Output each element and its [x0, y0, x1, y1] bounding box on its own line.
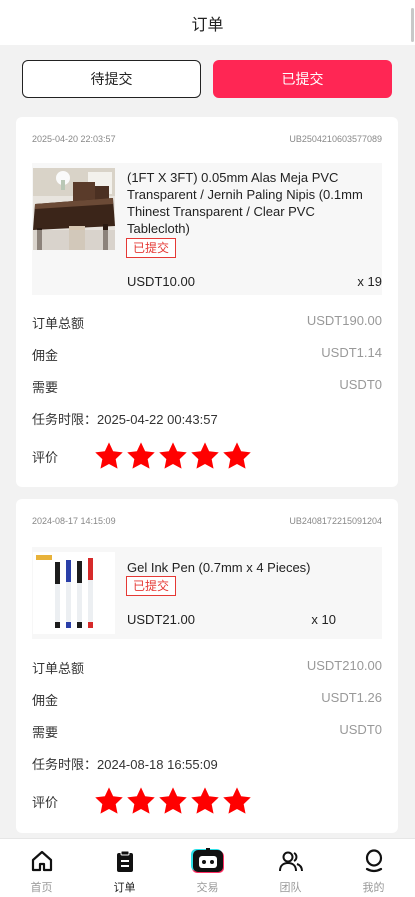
task-deadline: 任务时限：2024-08-18 16:55:09 [32, 757, 218, 772]
nav-item-orders[interactable]: 订单 [83, 839, 166, 897]
page-title: 订单 [191, 16, 224, 34]
rating-row: 评价 [32, 785, 253, 817]
star-icon[interactable] [157, 440, 189, 472]
star-icon[interactable] [221, 785, 253, 817]
status-badge: 已提交 [126, 238, 177, 258]
top-bar: 订单 [0, 0, 415, 45]
product-block[interactable]: Gel Ink Pen (0.7mm x 4 Pieces) 已提交 USDT2… [32, 547, 382, 639]
rating-label: 评价 [32, 449, 59, 465]
product-name: (1FT X 3FT) 0.05mm Alas Meja PVC Transpa… [127, 170, 363, 236]
need-label: 需要 [32, 380, 59, 395]
status-badge: 已提交 [126, 576, 177, 596]
product-price: USDT21.00 [127, 612, 195, 627]
team-icon [278, 851, 303, 872]
robot-icon [190, 848, 224, 873]
star-icon[interactable] [93, 785, 125, 817]
nav-label: 交易 [196, 882, 219, 894]
commission-value: USDT1.26 [321, 690, 382, 705]
order-total-label: 订单总额 [32, 316, 85, 331]
nav-label: 订单 [113, 882, 136, 894]
order-id: UB2504210603577089 [289, 134, 382, 144]
product-block[interactable]: (1FT X 3FT) 0.05mm Alas Meja PVC Transpa… [32, 163, 382, 295]
nav-item-me[interactable]: 我的 [332, 839, 415, 897]
rating-stars[interactable] [93, 440, 253, 472]
user-icon [365, 849, 382, 873]
star-icon[interactable] [189, 785, 221, 817]
order-id: UB2408172215091204 [289, 516, 382, 526]
star-icon[interactable] [125, 785, 157, 817]
commission-row: 佣金 USDT1.14 [32, 345, 382, 364]
product-image-tablecloth[interactable] [33, 168, 115, 250]
order-status-tabs: 待提交 已提交 [22, 60, 392, 98]
star-icon[interactable] [157, 785, 189, 817]
nav-label: 团队 [279, 882, 302, 894]
product-name: Gel Ink Pen (0.7mm x 4 Pieces) [127, 560, 311, 575]
rating-label: 评价 [32, 794, 59, 810]
order-total-row: 订单总额 USDT210.00 [32, 658, 382, 677]
commission-row: 佣金 USDT1.26 [32, 690, 382, 709]
rating-row: 评价 [32, 440, 253, 472]
order-date: 2025-04-20 22:03:57 [32, 134, 116, 144]
commission-label: 佣金 [32, 693, 59, 708]
order-date: 2024-08-17 14:15:09 [32, 516, 116, 526]
tab-pending[interactable]: 待提交 [22, 60, 201, 98]
star-icon[interactable] [125, 440, 157, 472]
tab-submitted[interactable]: 已提交 [213, 60, 392, 98]
nav-item-team[interactable]: 团队 [249, 839, 332, 897]
star-icon[interactable] [189, 440, 221, 472]
nav-item-home[interactable]: 首页 [0, 839, 83, 897]
product-quantity: x 10 [311, 612, 336, 627]
need-value: USDT0 [339, 377, 382, 392]
nav-label: 我的 [362, 882, 385, 894]
star-icon[interactable] [93, 440, 125, 472]
commission-value: USDT1.14 [321, 345, 382, 360]
nav-item-trade[interactable]: 交易 [166, 839, 249, 897]
commission-label: 佣金 [32, 348, 59, 363]
order-total-value: USDT190.00 [306, 313, 382, 328]
home-icon [31, 850, 52, 872]
order-total-label: 订单总额 [32, 661, 85, 676]
order-total-value: USDT210.00 [306, 658, 382, 673]
order-card[interactable]: 2025-04-20 22:03:57 UB2504210603577089 (… [16, 117, 398, 487]
order-total-row: 订单总额 USDT190.00 [32, 313, 382, 332]
star-icon[interactable] [221, 440, 253, 472]
order-card[interactable]: 2024-08-17 14:15:09 UB2408172215091204 G [16, 499, 398, 833]
product-image-gel-pens[interactable] [33, 552, 115, 634]
need-row: 需要 USDT0 [32, 722, 382, 741]
task-deadline: 任务时限：2025-04-22 00:43:57 [32, 412, 218, 427]
scrollbar[interactable] [411, 8, 414, 42]
need-row: 需要 USDT0 [32, 377, 382, 396]
product-price: USDT10.00 [127, 274, 195, 289]
nav-label: 首页 [30, 882, 53, 894]
need-value: USDT0 [339, 722, 382, 737]
need-label: 需要 [32, 725, 59, 740]
rating-stars[interactable] [93, 785, 253, 817]
clipboard-icon [116, 850, 133, 872]
bottom-nav: 首页 订单 交易 团队 我的 [0, 838, 415, 897]
product-quantity: x 19 [357, 274, 382, 289]
